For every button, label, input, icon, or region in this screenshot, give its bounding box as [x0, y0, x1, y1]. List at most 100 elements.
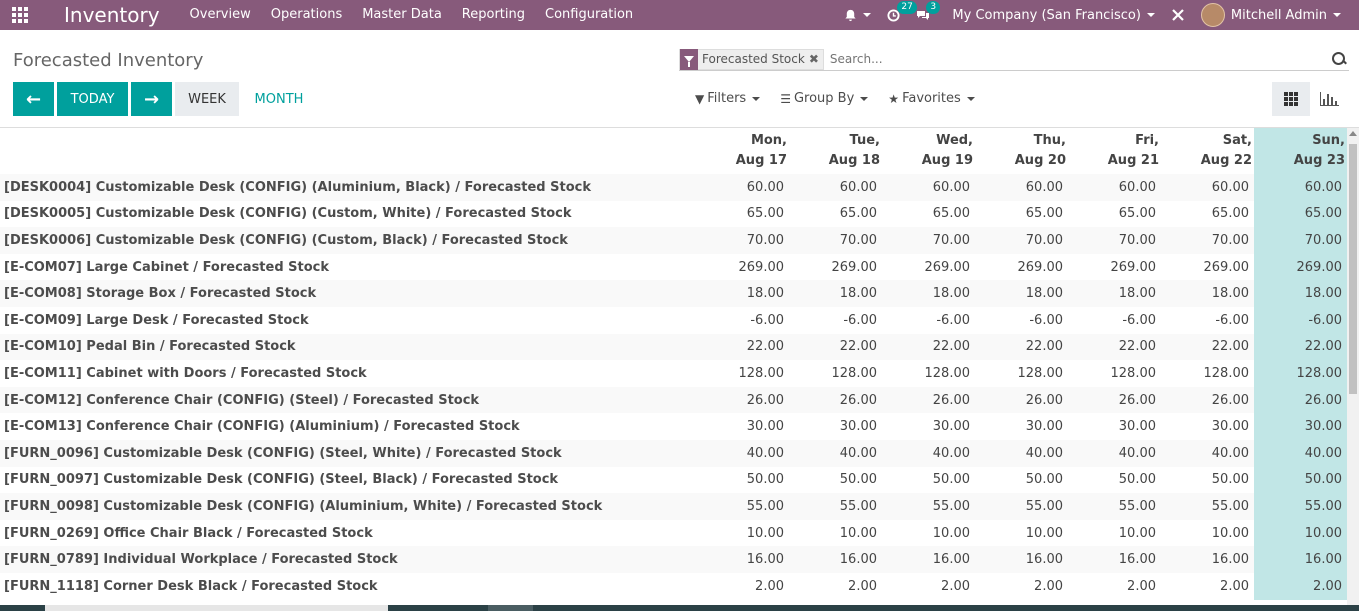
grid-cell[interactable]: 22.00 — [1161, 333, 1254, 361]
grid-cell[interactable]: 26.00 — [789, 386, 882, 414]
grid-cell[interactable]: 22.00 — [1068, 333, 1161, 361]
grid-cell[interactable]: 50.00 — [975, 467, 1068, 494]
grid-cell[interactable]: 18.00 — [1161, 280, 1254, 307]
grid-cell[interactable]: 26.00 — [975, 386, 1068, 414]
grid-cell[interactable]: 26.00 — [1254, 386, 1347, 414]
grid-cell[interactable]: 65.00 — [1161, 201, 1254, 228]
apps-menu-icon[interactable] — [0, 0, 40, 30]
grid-cell[interactable]: 18.00 — [1068, 280, 1161, 307]
next-button[interactable]: → — [131, 82, 172, 116]
grid-cell[interactable]: 26.00 — [1161, 386, 1254, 414]
grid-cell[interactable]: 18.00 — [882, 280, 975, 307]
grid-cell[interactable]: 60.00 — [789, 174, 882, 201]
grid-cell[interactable]: 55.00 — [1068, 493, 1161, 520]
grid-cell[interactable]: 65.00 — [1254, 200, 1347, 228]
grid-cell[interactable]: 65.00 — [789, 201, 882, 228]
activities-menu[interactable]: 27 — [887, 0, 917, 22]
grid-cell[interactable]: 30.00 — [975, 413, 1068, 440]
grid-cell[interactable]: 128.00 — [975, 360, 1068, 387]
grid-cell[interactable]: -6.00 — [975, 307, 1068, 334]
grid-cell[interactable]: 10.00 — [1068, 520, 1161, 547]
grid-view-button[interactable] — [1272, 82, 1310, 116]
menu-master-data[interactable]: Master Data — [352, 0, 452, 30]
scrollbar-thumb[interactable] — [1349, 144, 1357, 394]
grid-cell[interactable]: 50.00 — [789, 467, 882, 494]
grid-cell[interactable]: 55.00 — [696, 493, 789, 520]
grid-cell[interactable]: 70.00 — [1161, 227, 1254, 254]
grid-cell[interactable]: 40.00 — [975, 439, 1068, 467]
grid-cell[interactable]: -6.00 — [696, 307, 789, 334]
grid-cell[interactable]: 30.00 — [1161, 413, 1254, 440]
grid-cell[interactable]: 50.00 — [1254, 466, 1347, 494]
grid-cell[interactable]: 2.00 — [1068, 573, 1161, 600]
grid-cell[interactable]: 22.00 — [789, 333, 882, 361]
menu-operations[interactable]: Operations — [261, 0, 352, 30]
grid-cell[interactable]: 40.00 — [882, 439, 975, 467]
grid-cell[interactable]: 70.00 — [789, 227, 882, 254]
grid-cell[interactable]: 10.00 — [1254, 519, 1347, 547]
grid-cell[interactable]: 40.00 — [1161, 439, 1254, 467]
grid-cell[interactable]: 2.00 — [696, 573, 789, 600]
month-button[interactable]: MONTH — [242, 82, 316, 116]
grid-cell[interactable]: 55.00 — [975, 493, 1068, 520]
grid-cell[interactable]: 60.00 — [1161, 174, 1254, 201]
grid-cell[interactable]: 18.00 — [789, 280, 882, 307]
grid-cell[interactable]: 40.00 — [696, 439, 789, 467]
grid-cell[interactable]: 70.00 — [696, 227, 789, 254]
grid-cell[interactable]: 26.00 — [696, 386, 789, 414]
week-button[interactable]: WEEK — [175, 82, 239, 116]
grid-cell[interactable]: 50.00 — [1068, 467, 1161, 494]
grid-cell[interactable]: 18.00 — [975, 280, 1068, 307]
grid-cell[interactable]: 269.00 — [789, 254, 882, 281]
grid-cell[interactable]: 269.00 — [1068, 254, 1161, 281]
grid-cell[interactable]: 16.00 — [789, 546, 882, 573]
grid-cell[interactable]: 30.00 — [882, 413, 975, 440]
grid-cell[interactable]: 26.00 — [882, 386, 975, 414]
grid-cell[interactable]: 128.00 — [789, 360, 882, 387]
grid-cell[interactable]: 65.00 — [696, 201, 789, 228]
grid-cell[interactable]: 269.00 — [1161, 254, 1254, 281]
grid-cell[interactable]: -6.00 — [1254, 306, 1347, 334]
grid-cell[interactable]: 16.00 — [1161, 546, 1254, 573]
grid-cell[interactable]: 30.00 — [789, 413, 882, 440]
search-input[interactable] — [829, 52, 1331, 66]
grid-cell[interactable]: 128.00 — [1254, 360, 1347, 387]
grid-cell[interactable]: 30.00 — [696, 413, 789, 440]
grid-cell[interactable]: 50.00 — [882, 467, 975, 494]
app-name[interactable]: Inventory — [40, 3, 180, 27]
grid-cell[interactable]: 55.00 — [882, 493, 975, 520]
grid-cell[interactable]: 50.00 — [1161, 467, 1254, 494]
grid-cell[interactable]: 16.00 — [1068, 546, 1161, 573]
grid-cell[interactable]: 55.00 — [1161, 493, 1254, 520]
grid-cell[interactable]: 10.00 — [789, 520, 882, 547]
company-switcher[interactable]: My Company (San Francisco) — [952, 8, 1155, 23]
grid-cell[interactable]: 65.00 — [975, 201, 1068, 228]
grid-cell[interactable]: 128.00 — [1161, 360, 1254, 387]
graph-view-button[interactable] — [1310, 82, 1348, 116]
grid-cell[interactable]: 16.00 — [1254, 546, 1347, 573]
grid-cell[interactable]: 18.00 — [696, 280, 789, 307]
today-button[interactable]: TODAY — [57, 82, 128, 116]
grid-cell[interactable]: 65.00 — [1068, 201, 1161, 228]
grid-cell[interactable]: -6.00 — [882, 307, 975, 334]
user-menu[interactable]: Mitchell Admin — [1200, 3, 1341, 27]
favorites-dropdown[interactable]: ★ Favorites — [888, 91, 975, 106]
scroll-up-arrow[interactable] — [1349, 131, 1357, 136]
previous-button[interactable]: ← — [13, 82, 54, 116]
grid-cell[interactable]: 269.00 — [1254, 253, 1347, 281]
grid-cell[interactable]: 22.00 — [882, 333, 975, 361]
grid-cell[interactable]: 128.00 — [696, 360, 789, 387]
grid-cell[interactable]: 22.00 — [1254, 333, 1347, 361]
grid-cell[interactable]: 60.00 — [696, 174, 789, 201]
grid-cell[interactable]: 2.00 — [789, 573, 882, 600]
grid-cell[interactable]: 70.00 — [1254, 227, 1347, 254]
group-by-dropdown[interactable]: ☰ Group By — [780, 91, 869, 106]
messages-menu[interactable]: 3 — [916, 0, 941, 22]
grid-cell[interactable]: 10.00 — [1161, 520, 1254, 547]
grid-cell[interactable]: 269.00 — [696, 254, 789, 281]
grid-cell[interactable]: 22.00 — [975, 333, 1068, 361]
grid-cell[interactable]: 269.00 — [882, 254, 975, 281]
menu-reporting[interactable]: Reporting — [452, 0, 535, 30]
grid-cell[interactable]: -6.00 — [789, 307, 882, 334]
grid-cell[interactable]: 55.00 — [1254, 493, 1347, 520]
